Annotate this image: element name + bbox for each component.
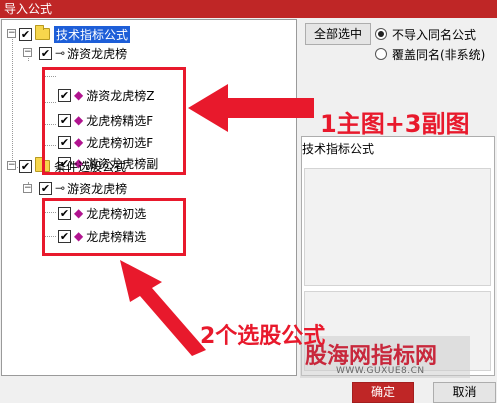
expander-icon[interactable]: − — [23, 184, 32, 193]
expander-icon[interactable]: − — [7, 29, 16, 38]
tree-node-formula-group[interactable]: ✔ ⊸ 游资龙虎榜 — [39, 44, 127, 62]
expander-icon[interactable]: − — [23, 48, 32, 57]
radio-label: 不导入同名公式 — [392, 27, 477, 42]
tree-node-label: 游资龙虎榜 — [67, 181, 128, 196]
checkbox[interactable]: ✔ — [39, 181, 52, 195]
cancel-button[interactable]: 取消 — [433, 382, 496, 403]
radio-icon[interactable] — [375, 28, 387, 40]
highlight-box-indicators — [42, 67, 186, 175]
ok-button[interactable]: 确定 — [352, 382, 414, 403]
radio-overwrite-same-name[interactable]: 覆盖同名(非系统) — [375, 45, 485, 63]
checkbox[interactable]: ✔ — [19, 159, 32, 173]
tree-node-label: 技术指标公式 — [54, 25, 131, 43]
checkbox[interactable]: ✔ — [39, 46, 52, 60]
annotation-main-sub-charts: 1主图+3副图 — [320, 110, 470, 138]
arrow-up-icon — [120, 260, 206, 356]
folder-icon — [35, 25, 50, 40]
expander-icon[interactable]: − — [7, 161, 16, 170]
highlight-box-screening — [42, 198, 186, 256]
window-title: 导入公式 — [0, 0, 497, 18]
radio-skip-same-name[interactable]: 不导入同名公式 — [375, 25, 476, 43]
radio-label: 覆盖同名(非系统) — [392, 47, 486, 62]
import-formula-dialog: − − − − ✔ 技术指标公式 ✔ ⊸ 游资龙虎榜 ✔ ◆ 游资龙虎榜Z ✔ … — [0, 18, 497, 403]
select-all-button[interactable]: 全部选中 — [305, 23, 371, 45]
tree-node-tech-formulas[interactable]: ✔ 技术指标公式 — [19, 25, 131, 43]
description-textarea[interactable] — [304, 168, 491, 286]
arrow-right-icon — [188, 84, 314, 132]
tree-node-label: 游资龙虎榜 — [67, 46, 128, 61]
watermark-url: WWW.GUXUE8.CN — [336, 366, 425, 376]
key-icon: ⊸ — [55, 181, 66, 195]
tree-node-formula-group[interactable]: ✔ ⊸ 游资龙虎榜 — [39, 179, 127, 197]
key-icon: ⊸ — [55, 46, 66, 60]
radio-icon[interactable] — [375, 48, 387, 60]
checkbox[interactable]: ✔ — [19, 27, 32, 41]
description-label: 技术指标公式 — [302, 142, 375, 156]
